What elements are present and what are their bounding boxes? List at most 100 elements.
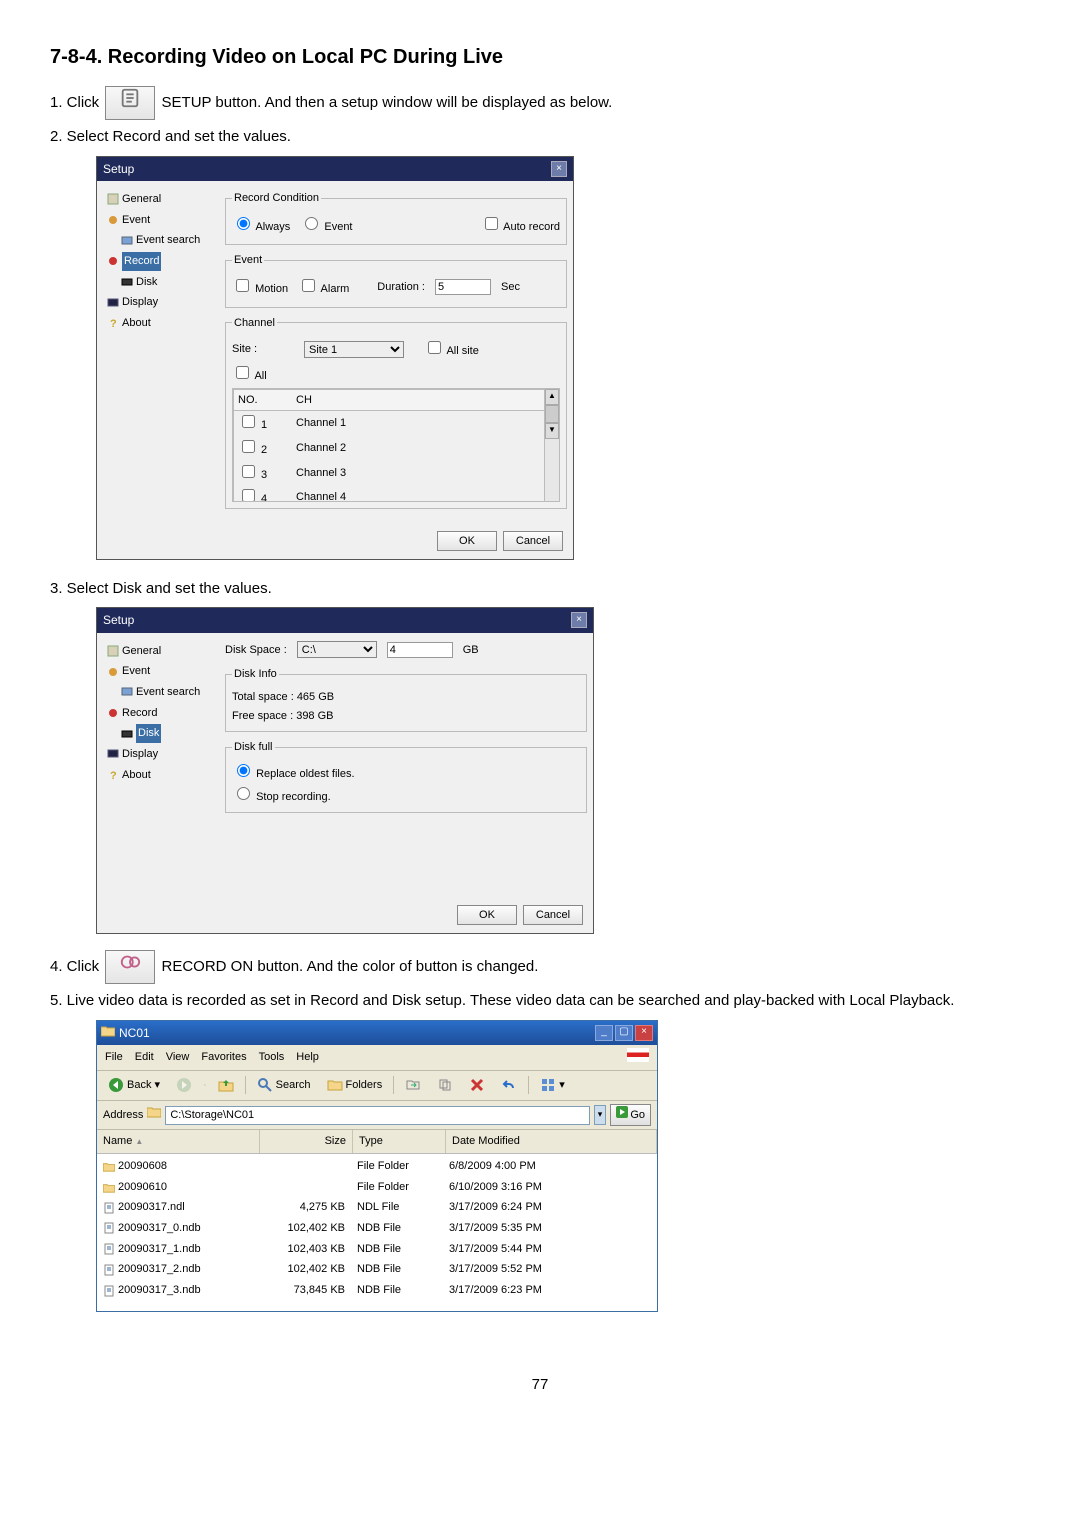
check-all[interactable]: All (232, 363, 267, 386)
col-date[interactable]: Date Modified (446, 1130, 657, 1153)
radio-stop[interactable]: Stop recording. (232, 791, 331, 803)
go-button[interactable]: Go (610, 1104, 651, 1127)
step-1-text-b: SETUP button. And then a setup window wi… (162, 94, 613, 111)
col-size[interactable]: Size (260, 1130, 353, 1153)
file-row[interactable]: 20090317.ndl4,275 KBNDL File3/17/2009 6:… (97, 1197, 657, 1218)
file-list: 20090608File Folder6/8/2009 4:00 PM20090… (97, 1154, 657, 1311)
tree-general[interactable]: General (105, 189, 215, 210)
ok-button[interactable]: OK (437, 531, 497, 551)
close-icon-2[interactable]: × (571, 612, 587, 628)
back-icon (108, 1077, 124, 1093)
channel-row[interactable]: 3Channel 3 (234, 461, 559, 486)
setup-button-icon[interactable] (105, 86, 155, 120)
move-to-button[interactable] (400, 1075, 426, 1095)
channel-list: NO. CH 1Channel 1 2Channel 2 3Channel 3 … (232, 388, 560, 502)
duration-unit: Sec (501, 278, 520, 297)
views-button[interactable]: ▾ (535, 1074, 570, 1097)
delete-button[interactable] (464, 1075, 490, 1095)
scroll-down-icon[interactable]: ▼ (545, 423, 559, 439)
tree2-eventsearch[interactable]: Event search (119, 682, 215, 703)
radio-always[interactable]: Always (232, 214, 290, 237)
scroll-thumb[interactable] (545, 405, 559, 423)
radio-event[interactable]: Event (300, 214, 352, 237)
copy-to-button[interactable] (432, 1075, 458, 1095)
check-motion[interactable]: Motion (232, 276, 288, 299)
folders-button[interactable]: Folders (322, 1074, 388, 1097)
check-autorecord[interactable]: Auto record (481, 214, 560, 237)
move-to-icon (405, 1077, 421, 1093)
ok-button-2[interactable]: OK (457, 905, 517, 925)
setup-titlebar-2: Setup × (97, 608, 593, 632)
copy-to-icon (437, 1077, 453, 1093)
tree-disk[interactable]: Disk (119, 272, 215, 293)
file-row[interactable]: 20090608File Folder6/8/2009 4:00 PM (97, 1156, 657, 1177)
go-icon (616, 1106, 628, 1125)
scrollbar[interactable]: ▲ ▼ (544, 389, 559, 501)
radio-replace[interactable]: Replace oldest files. (232, 768, 355, 780)
forward-button[interactable] (171, 1075, 197, 1095)
tree2-about[interactable]: ?About (105, 765, 215, 786)
menu-file[interactable]: File (105, 1048, 123, 1067)
disk-size-input[interactable] (387, 642, 453, 658)
up-folder-icon (218, 1077, 234, 1093)
window-close-icon[interactable]: × (635, 1025, 653, 1041)
channel-check[interactable] (242, 489, 255, 501)
channel-check[interactable] (242, 440, 255, 453)
search-button[interactable]: Search (252, 1074, 316, 1097)
check-allsite[interactable]: All site (424, 338, 479, 361)
step-4-text-a: 4. Click (50, 958, 103, 975)
tree-record[interactable]: Record (105, 251, 215, 272)
menu-help[interactable]: Help (296, 1048, 319, 1067)
menu-favorites[interactable]: Favorites (201, 1048, 246, 1067)
file-columns: Name ▲ Size Type Date Modified (97, 1130, 657, 1154)
menu-edit[interactable]: Edit (135, 1048, 154, 1067)
menu-tools[interactable]: Tools (259, 1048, 285, 1067)
setup-title-text: Setup (103, 159, 134, 179)
cancel-button[interactable]: Cancel (503, 531, 563, 551)
tree-event[interactable]: Event (105, 210, 215, 231)
disk-unit: GB (463, 641, 479, 660)
tree-eventsearch[interactable]: Event search (119, 230, 215, 251)
channel-row[interactable]: 1Channel 1 (234, 411, 559, 436)
cancel-button-2[interactable]: Cancel (523, 905, 583, 925)
col-type[interactable]: Type (353, 1130, 446, 1153)
file-row[interactable]: 20090317_1.ndb102,403 KBNDB File3/17/200… (97, 1239, 657, 1260)
tree2-general[interactable]: General (105, 641, 215, 662)
site-select[interactable]: Site 1 (304, 341, 404, 358)
record-condition-group: Record Condition Always Event Auto recor… (225, 189, 567, 245)
channel-check[interactable] (242, 415, 255, 428)
minimize-icon[interactable]: _ (595, 1025, 613, 1041)
scroll-up-icon[interactable]: ▲ (545, 389, 559, 405)
record-on-button-icon[interactable] (105, 950, 155, 984)
check-alarm[interactable]: Alarm (298, 276, 349, 299)
drive-select[interactable]: C:\ (297, 641, 377, 658)
address-dropdown-icon[interactable]: ▾ (594, 1105, 607, 1124)
tree2-event[interactable]: Event (105, 661, 215, 682)
address-input[interactable] (165, 1106, 589, 1125)
file-row[interactable]: 20090317_2.ndb102,402 KBNDB File3/17/200… (97, 1259, 657, 1280)
undo-button[interactable] (496, 1075, 522, 1095)
event-group: Event Motion Alarm Duration : Sec (225, 251, 567, 307)
channel-check[interactable] (242, 465, 255, 478)
tree-about[interactable]: ?About (105, 313, 215, 334)
channel-row[interactable]: 4Channel 4 (234, 485, 559, 501)
file-row[interactable]: 20090610File Folder6/10/2009 3:16 PM (97, 1177, 657, 1198)
windows-flag-icon (627, 1048, 649, 1062)
duration-input[interactable] (435, 279, 491, 295)
col-name[interactable]: Name ▲ (97, 1130, 260, 1153)
disk-full-group: Disk full Replace oldest files. Stop rec… (225, 738, 587, 813)
explorer-menubar: File Edit View Favorites Tools Help (97, 1045, 657, 1071)
step-4: 4. Click RECORD ON button. And the color… (50, 950, 1030, 984)
close-icon[interactable]: × (551, 161, 567, 177)
back-button[interactable]: Back ▾ (103, 1074, 165, 1097)
tree2-disk[interactable]: Disk (119, 723, 215, 744)
tree-display[interactable]: Display (105, 292, 215, 313)
maximize-icon[interactable]: ▢ (615, 1025, 633, 1041)
menu-view[interactable]: View (166, 1048, 190, 1067)
channel-row[interactable]: 2Channel 2 (234, 436, 559, 461)
up-button[interactable] (213, 1075, 239, 1095)
file-row[interactable]: 20090317_3.ndb73,845 KBNDB File3/17/2009… (97, 1280, 657, 1301)
tree2-display[interactable]: Display (105, 744, 215, 765)
file-row[interactable]: 20090317_0.ndb102,402 KBNDB File3/17/200… (97, 1218, 657, 1239)
tree2-record[interactable]: Record (105, 703, 215, 724)
